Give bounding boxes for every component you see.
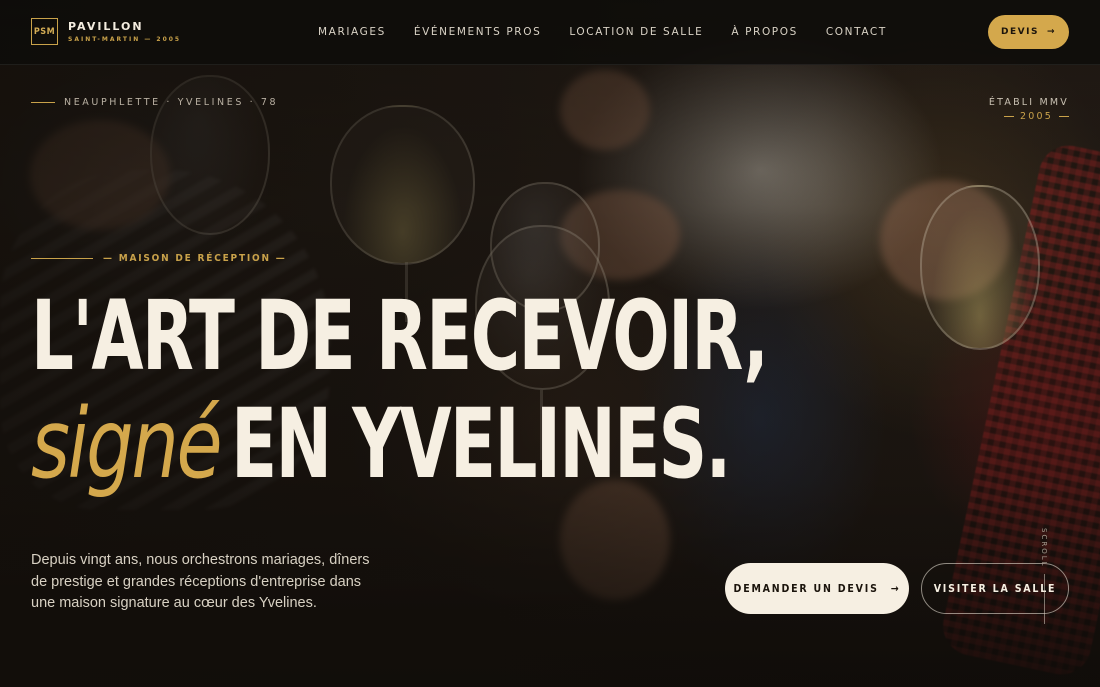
nav-item-a-propos[interactable]: À PROPOS: [731, 26, 797, 38]
accent-line: [1059, 116, 1069, 117]
scroll-indicator[interactable]: SCROLL: [1040, 528, 1048, 624]
hero-intro: Depuis vingt ans, nous orchestrons maria…: [31, 552, 370, 611]
nav-item-evenements-pros[interactable]: ÉVÉNEMENTS PROS: [414, 26, 541, 38]
site-header: PSM PAVILLON SAINT-MARTIN — 2005 MARIAGE…: [0, 0, 1100, 65]
established-label: ÉTABLI MMV: [988, 97, 1069, 108]
brand-logo[interactable]: PSM PAVILLON SAINT-MARTIN — 2005: [31, 18, 181, 45]
devis-button-label: DEVIS: [1001, 27, 1039, 37]
eyebrow-text: — MAISON DE RÉCEPTION —: [103, 253, 287, 264]
brand-name: PAVILLON: [68, 20, 144, 33]
location-text: NEAUPHLETTE · YVELINES · 78: [64, 97, 279, 108]
hero-headline: L'ART DE RECEVOIR, signé EN YVELINES.: [31, 288, 975, 492]
headline-line-1: L'ART DE RECEVOIR,: [31, 280, 769, 392]
request-quote-button[interactable]: DEMANDER UN DEVIS →: [725, 563, 909, 614]
arrow-right-icon: →: [890, 582, 901, 595]
scroll-label: SCROLL: [1040, 528, 1048, 568]
visit-venue-label: VISITER LA SALLE: [933, 582, 1057, 595]
nav-item-contact[interactable]: CONTACT: [826, 26, 887, 38]
accent-line: [1004, 116, 1015, 117]
hero-location: NEAUPHLETTE · YVELINES · 78: [31, 97, 278, 108]
hero-established: ÉTABLI MMV 2005: [989, 97, 1069, 122]
arrow-right-icon: →: [1046, 27, 1056, 37]
accent-line: [31, 258, 93, 259]
headline-line-2: signé EN YVELINES.: [31, 396, 767, 492]
headline-italic-word: signé: [31, 388, 223, 500]
nav-item-mariages[interactable]: MARIAGES: [318, 26, 386, 38]
headline-line-2-text: EN YVELINES.: [231, 388, 731, 500]
main-nav: MARIAGES ÉVÉNEMENTS PROS LOCATION DE SAL…: [318, 26, 887, 38]
devis-button[interactable]: DEVIS →: [988, 15, 1069, 49]
brand-subtitle: SAINT-MARTIN — 2005: [68, 36, 182, 43]
hero-eyebrow: — MAISON DE RÉCEPTION —: [31, 253, 287, 264]
accent-line: [31, 102, 55, 103]
logo-text: PAVILLON SAINT-MARTIN — 2005: [68, 20, 181, 43]
logo-monogram: PSM: [31, 18, 58, 45]
request-quote-label: DEMANDER UN DEVIS: [733, 582, 879, 595]
established-year-row: 2005: [989, 111, 1069, 122]
nav-item-location-de-salle[interactable]: LOCATION DE SALLE: [569, 26, 703, 38]
established-year: 2005: [1020, 111, 1053, 122]
scroll-line: [1043, 573, 1045, 624]
